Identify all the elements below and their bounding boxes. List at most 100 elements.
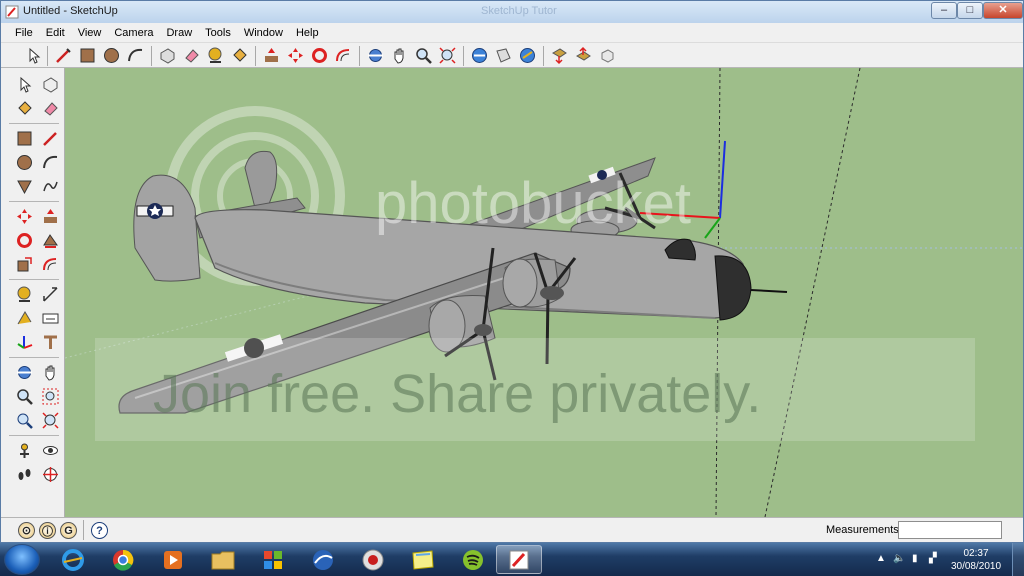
orbit-tool-icon[interactable] bbox=[13, 361, 35, 383]
previous-view-icon[interactable] bbox=[469, 45, 490, 66]
help-icon[interactable]: ? bbox=[91, 522, 108, 539]
orbit-tool-icon[interactable] bbox=[365, 45, 386, 66]
line-tool-icon[interactable] bbox=[39, 127, 61, 149]
rotate-tool-icon[interactable] bbox=[309, 45, 330, 66]
pan-tool-icon[interactable] bbox=[389, 45, 410, 66]
menu-edit[interactable]: Edit bbox=[46, 27, 65, 39]
model-viewport[interactable]: photobucket Join free. Share privately. bbox=[65, 68, 1023, 517]
minimize-button[interactable]: ‒ bbox=[931, 2, 957, 19]
menu-help[interactable]: Help bbox=[296, 27, 319, 39]
get-models-icon[interactable] bbox=[549, 45, 570, 66]
arc-tool-icon[interactable] bbox=[39, 151, 61, 173]
sticky-notes-icon[interactable] bbox=[400, 545, 446, 574]
system-clock[interactable]: 02:37 30/08/2010 bbox=[946, 547, 1006, 573]
rotate-tool-icon[interactable] bbox=[13, 229, 35, 251]
menu-draw[interactable]: Draw bbox=[166, 27, 192, 39]
polygon-tool-icon[interactable] bbox=[13, 175, 35, 197]
dimension-tool-icon[interactable] bbox=[39, 283, 61, 305]
file-explorer-icon[interactable] bbox=[200, 545, 246, 574]
select-tool-icon[interactable] bbox=[23, 45, 44, 66]
show-hidden-icons[interactable]: ▲ bbox=[876, 553, 886, 564]
previous-view-icon[interactable] bbox=[13, 409, 35, 431]
maximize-button[interactable]: □ bbox=[957, 2, 983, 19]
close-button[interactable]: ✕ bbox=[983, 2, 1023, 19]
share-component-icon[interactable] bbox=[597, 45, 618, 66]
windows-taskbar: ▲ 🔈 ▮ ▞ 02:37 30/08/2010 bbox=[0, 543, 1024, 576]
toolbar-separator bbox=[9, 279, 59, 280]
menu-camera[interactable]: Camera bbox=[114, 27, 153, 39]
walk-tool-icon[interactable] bbox=[13, 463, 35, 485]
share-model-icon[interactable] bbox=[573, 45, 594, 66]
look-around-icon[interactable] bbox=[39, 439, 61, 461]
status-bar: ⊙ ⓘ G ? Measurements bbox=[1, 517, 1023, 542]
google-icon[interactable]: G bbox=[60, 522, 77, 539]
eraser-tool-icon[interactable] bbox=[181, 45, 202, 66]
sketchup-taskbar-button[interactable] bbox=[496, 545, 542, 574]
title-bar[interactable]: Untitled - SketchUp SketchUp Tutor ‒ □ ✕ bbox=[1, 1, 1023, 23]
pan-tool-icon[interactable] bbox=[39, 361, 61, 383]
protractor-icon[interactable] bbox=[13, 307, 35, 329]
offset-tool-icon[interactable] bbox=[333, 45, 354, 66]
paint-bucket-icon[interactable] bbox=[229, 45, 250, 66]
menu-file[interactable]: File bbox=[15, 27, 33, 39]
windows-logo-icon[interactable] bbox=[250, 545, 296, 574]
menu-view[interactable]: View bbox=[78, 27, 102, 39]
zoom-extents-icon[interactable] bbox=[39, 409, 61, 431]
offset-tool-icon[interactable] bbox=[39, 253, 61, 275]
network-icon[interactable]: ▞ bbox=[929, 553, 937, 564]
menu-tools[interactable]: Tools bbox=[205, 27, 231, 39]
section-plane-icon[interactable] bbox=[39, 463, 61, 485]
line-tool-icon[interactable] bbox=[53, 45, 74, 66]
menu-window[interactable]: Window bbox=[244, 27, 283, 39]
scale-tool-icon[interactable] bbox=[13, 253, 35, 275]
propeller-hub bbox=[474, 324, 492, 336]
axes-tool-icon[interactable] bbox=[13, 331, 35, 353]
axis-green bbox=[704, 217, 721, 239]
text-tool-icon[interactable] bbox=[39, 307, 61, 329]
get-current-view-icon[interactable] bbox=[517, 45, 538, 66]
zoom-extents-icon[interactable] bbox=[437, 45, 458, 66]
toolbar-separator bbox=[255, 46, 256, 66]
geo-location-icon[interactable]: ⊙ bbox=[18, 522, 35, 539]
tape-measure-icon[interactable] bbox=[13, 283, 35, 305]
tape-measure-icon[interactable] bbox=[205, 45, 226, 66]
webcam-app-icon[interactable] bbox=[350, 545, 396, 574]
next-view-icon[interactable] bbox=[493, 45, 514, 66]
model-canvas[interactable]: photobucket Join free. Share privately. bbox=[65, 68, 1023, 517]
credits-icon[interactable]: ⓘ bbox=[39, 522, 56, 539]
make-component-icon[interactable] bbox=[157, 45, 178, 66]
media-player-icon[interactable] bbox=[150, 545, 196, 574]
move-tool-icon[interactable] bbox=[285, 45, 306, 66]
measurements-input[interactable] bbox=[898, 521, 1002, 539]
show-desktop-button[interactable] bbox=[1012, 543, 1024, 576]
rectangle-tool-icon[interactable] bbox=[13, 127, 35, 149]
start-button[interactable] bbox=[4, 544, 40, 575]
zoom-window-icon[interactable] bbox=[39, 385, 61, 407]
zoom-tool-icon[interactable] bbox=[413, 45, 434, 66]
push-pull-icon[interactable] bbox=[261, 45, 282, 66]
internet-explorer-icon[interactable] bbox=[50, 545, 96, 574]
move-tool-icon[interactable] bbox=[13, 205, 35, 227]
follow-me-icon[interactable] bbox=[39, 229, 61, 251]
paint-bucket-icon[interactable] bbox=[13, 97, 35, 119]
circle-tool-icon[interactable] bbox=[13, 151, 35, 173]
spotify-icon[interactable] bbox=[450, 545, 496, 574]
volume-icon[interactable]: 🔈 bbox=[893, 553, 905, 564]
select-tool-icon[interactable] bbox=[13, 73, 35, 95]
google-earth-icon[interactable] bbox=[300, 545, 346, 574]
push-pull-icon[interactable] bbox=[39, 205, 61, 227]
rectangle-tool-icon[interactable] bbox=[77, 45, 98, 66]
power-icon[interactable]: ▮ bbox=[912, 553, 918, 564]
zoom-tool-icon[interactable] bbox=[13, 385, 35, 407]
toolbar-separator bbox=[543, 46, 544, 66]
freehand-tool-icon[interactable] bbox=[39, 175, 61, 197]
chrome-icon[interactable] bbox=[100, 545, 146, 574]
circle-tool-icon[interactable] bbox=[101, 45, 122, 66]
propeller-hub bbox=[540, 286, 564, 300]
3d-text-icon[interactable] bbox=[39, 331, 61, 353]
arc-tool-icon[interactable] bbox=[125, 45, 146, 66]
measurements-label: Measurements bbox=[826, 524, 899, 536]
position-camera-icon[interactable] bbox=[13, 439, 35, 461]
eraser-tool-icon[interactable] bbox=[39, 97, 61, 119]
make-component-icon[interactable] bbox=[39, 73, 61, 95]
